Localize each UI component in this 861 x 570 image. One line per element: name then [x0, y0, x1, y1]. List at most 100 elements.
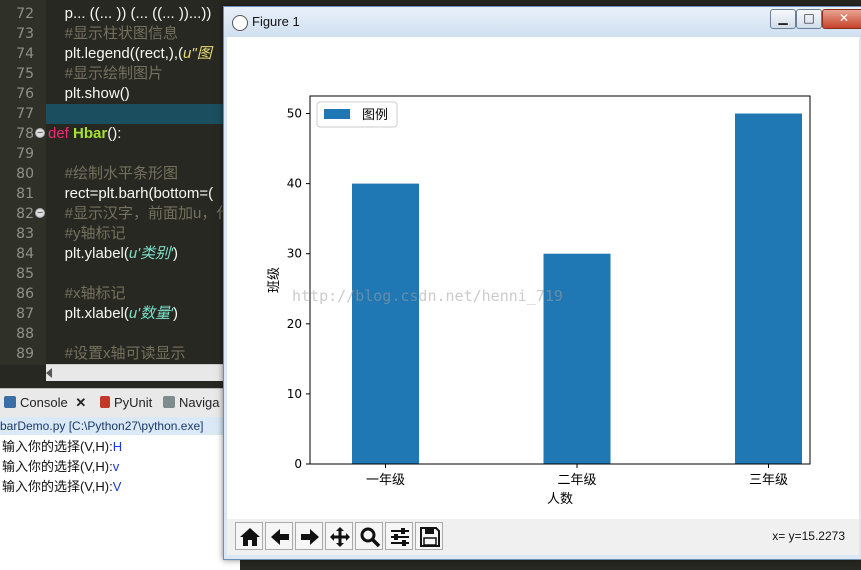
code-editor[interactable]: 72 p... ((... )) (... ((... ))...)) 73 #显…	[0, 0, 240, 365]
code-token: plt.legend((rect,),(	[48, 45, 184, 62]
maximize-button[interactable]: □	[796, 9, 822, 29]
zoom-button[interactable]	[355, 522, 383, 550]
save-icon	[420, 527, 440, 547]
code-token: #显示汉字，前面加u，代	[48, 205, 232, 222]
configure-subplots-button[interactable]	[385, 522, 413, 550]
line-number: 77	[16, 106, 34, 122]
code-token: def	[48, 125, 74, 142]
code-token: #y轴标记	[48, 225, 126, 242]
line-number: 78	[16, 126, 34, 142]
code-token: p... ((... )) (... ((... ))...))	[48, 5, 212, 22]
x-tick-label: 一年级	[366, 473, 405, 488]
line-number: 88	[16, 326, 34, 342]
close-icon: ✕	[838, 11, 850, 25]
line-number: 83	[16, 226, 34, 242]
console-process-title: barDemo.py [C:\Python27\python.exe]	[0, 417, 240, 435]
y-tick-label: 30	[287, 247, 302, 261]
console-line: 输入你的选择(V,H):v	[2, 459, 120, 474]
window-titlebar[interactable]: Figure 1 ▁ □ ✕	[224, 7, 861, 37]
bottom-panel-tabs: Console ✕ PyUnit Naviga	[0, 388, 240, 418]
code-token: rect=plt.barh(bottom=(	[48, 185, 214, 202]
y-tick-label: 20	[287, 317, 302, 331]
back-button[interactable]	[265, 522, 293, 550]
line-number: 76	[16, 86, 34, 102]
fold-marker-icon[interactable]: −	[35, 208, 45, 218]
tab-pyunit[interactable]: PyUnit	[100, 393, 152, 413]
code-token: #绘制水平条形图	[48, 165, 179, 182]
figure-window: Figure 1 ▁ □ ✕ 一年级 二年级 三年级 0 10 20 30 40 50 人数 班级 图…	[223, 6, 861, 560]
code-text: #显示汉字，前面加u，代	[48, 204, 232, 224]
code-token: #显示绘制图片	[48, 65, 164, 82]
code-text: #设置x轴可读显示	[48, 344, 186, 364]
code-token: Hbar	[73, 125, 108, 142]
arrow-left-icon	[271, 529, 289, 545]
line-number: 82	[16, 206, 34, 222]
x-tick-label: 三年级	[749, 473, 788, 488]
minimize-button[interactable]: ▁	[770, 9, 796, 29]
y-tick-label: 50	[287, 107, 302, 121]
line-number: 72	[16, 6, 34, 22]
y-tick-label: 0	[294, 457, 302, 471]
arrow-right-icon	[301, 529, 319, 545]
code-token: u'数量'	[128, 305, 173, 322]
tab-console[interactable]: Console ✕	[4, 393, 86, 413]
code-text: #x轴标记	[48, 284, 126, 304]
cursor-coordinates: x= y=15.2273	[772, 529, 845, 543]
code-text: plt.xlabel(u'数量')	[48, 304, 178, 324]
code-token: #显示柱状图信息	[48, 25, 179, 42]
save-button[interactable]	[415, 522, 443, 550]
minimize-icon: ▁	[778, 11, 788, 25]
line-number: 81	[16, 186, 34, 202]
line-number: 79	[16, 146, 34, 162]
line-number: 85	[16, 266, 34, 282]
line-number: 73	[16, 26, 34, 42]
fold-marker-icon[interactable]: −	[35, 128, 45, 138]
code-token: )	[172, 305, 178, 322]
line-number: 89	[16, 346, 34, 362]
zoom-icon	[360, 527, 381, 548]
pyunit-icon	[100, 396, 110, 408]
editor-horizontal-scrollbar[interactable]	[46, 364, 246, 381]
console-line: 输入你的选择(V,H):H	[2, 439, 123, 454]
window-title: Figure 1	[252, 14, 300, 29]
pan-button[interactable]	[325, 522, 353, 550]
move-icon	[330, 527, 350, 547]
watermark-text: http://blog.csdn.net/henni_719	[292, 287, 563, 305]
x-tick-label: 二年级	[557, 473, 596, 488]
code-token: plt.xlabel(	[48, 305, 129, 322]
close-icon[interactable]: ✕	[75, 395, 86, 410]
forward-button[interactable]	[295, 522, 323, 550]
code-text: plt.ylabel(u'类别')	[48, 244, 178, 264]
matplotlib-icon	[232, 15, 248, 31]
code-token: u"图	[183, 45, 212, 62]
maximize-icon: □	[803, 11, 815, 25]
line-number: 87	[16, 306, 34, 322]
close-button[interactable]: ✕	[822, 9, 861, 29]
line-number: 80	[16, 166, 34, 182]
tab-navigator[interactable]: Naviga	[163, 393, 219, 413]
line-number: 75	[16, 66, 34, 82]
code-text: #显示绘制图片	[48, 64, 163, 84]
legend-label: 图例	[362, 108, 388, 123]
home-button[interactable]	[235, 522, 263, 550]
code-token: plt.show()	[48, 85, 130, 102]
code-token: )	[172, 245, 178, 262]
code-text: plt.legend((rect,),(u"图	[48, 44, 212, 64]
plot-canvas[interactable]: 一年级 二年级 三年级 0 10 20 30 40 50 人数 班级 图例 http://blog.c…	[227, 37, 859, 519]
line-number: 84	[16, 246, 34, 262]
x-axis-label: 人数	[547, 492, 573, 507]
code-token: ():	[107, 125, 122, 142]
code-text: #绘制水平条形图	[48, 164, 178, 184]
line-number: 86	[16, 286, 34, 302]
scroll-left-icon[interactable]	[46, 368, 52, 378]
line-number: 74	[16, 46, 34, 62]
code-text: #显示柱状图信息	[48, 24, 178, 44]
y-tick-label: 10	[287, 387, 302, 401]
console-line: 输入你的选择(V,H):V	[2, 479, 122, 494]
code-token: plt.ylabel(	[48, 245, 129, 262]
console-icon	[4, 396, 16, 408]
console-output[interactable]: 输入你的选择(V,H):H 输入你的选择(V,H):v 输入你的选择(V,H):…	[0, 435, 240, 570]
bar-1	[352, 183, 419, 464]
home-icon	[240, 528, 260, 546]
bar-2	[543, 253, 611, 464]
